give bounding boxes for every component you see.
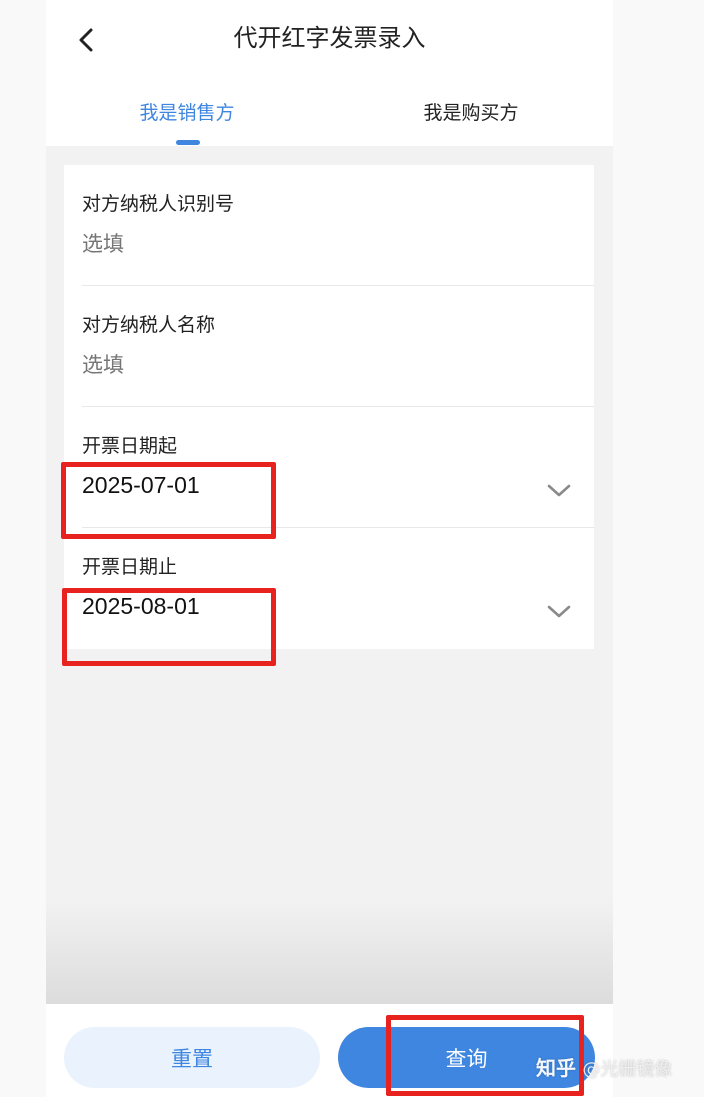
counterparty-name-field: 对方纳税人名称 xyxy=(64,286,594,407)
highlight-box-end-date xyxy=(62,588,276,666)
invoice-date-start-label: 开票日期起 xyxy=(82,435,178,457)
counterparty-tax-id-input[interactable] xyxy=(82,233,502,257)
reset-button[interactable]: 重置 xyxy=(64,1027,320,1088)
bottom-shadow xyxy=(46,900,613,1004)
highlight-box-start-date xyxy=(61,462,276,539)
header: 代开红字发票录入 我是销售方 我是购买方 xyxy=(46,0,613,146)
page-title: 代开红字发票录入 xyxy=(233,24,426,52)
filter-form: 对方纳税人识别号 对方纳税人名称 开票日期起 2025-07-01 开票日期止 … xyxy=(64,165,594,649)
chevron-down-icon[interactable] xyxy=(546,602,572,622)
watermark-handle: @光栅镜像 xyxy=(582,1059,673,1080)
active-tab-indicator xyxy=(176,140,200,145)
chevron-down-icon[interactable] xyxy=(546,481,572,501)
watermark-brand: 知乎 xyxy=(536,1056,576,1080)
counterparty-name-label: 对方纳税人名称 xyxy=(82,314,216,336)
tab-buyer[interactable]: 我是购买方 xyxy=(396,92,546,134)
tab-seller[interactable]: 我是销售方 xyxy=(112,92,262,134)
app-screen: 代开红字发票录入 我是销售方 我是购买方 对方纳税人识别号 对方纳税人名称 开票… xyxy=(46,0,613,1097)
counterparty-name-input[interactable] xyxy=(82,354,502,378)
watermark: 知乎 @光栅镜像 xyxy=(536,1052,672,1081)
counterparty-tax-id-field: 对方纳税人识别号 xyxy=(64,165,594,286)
invoice-date-end-label: 开票日期止 xyxy=(82,556,178,578)
counterparty-tax-id-label: 对方纳税人识别号 xyxy=(82,193,235,215)
